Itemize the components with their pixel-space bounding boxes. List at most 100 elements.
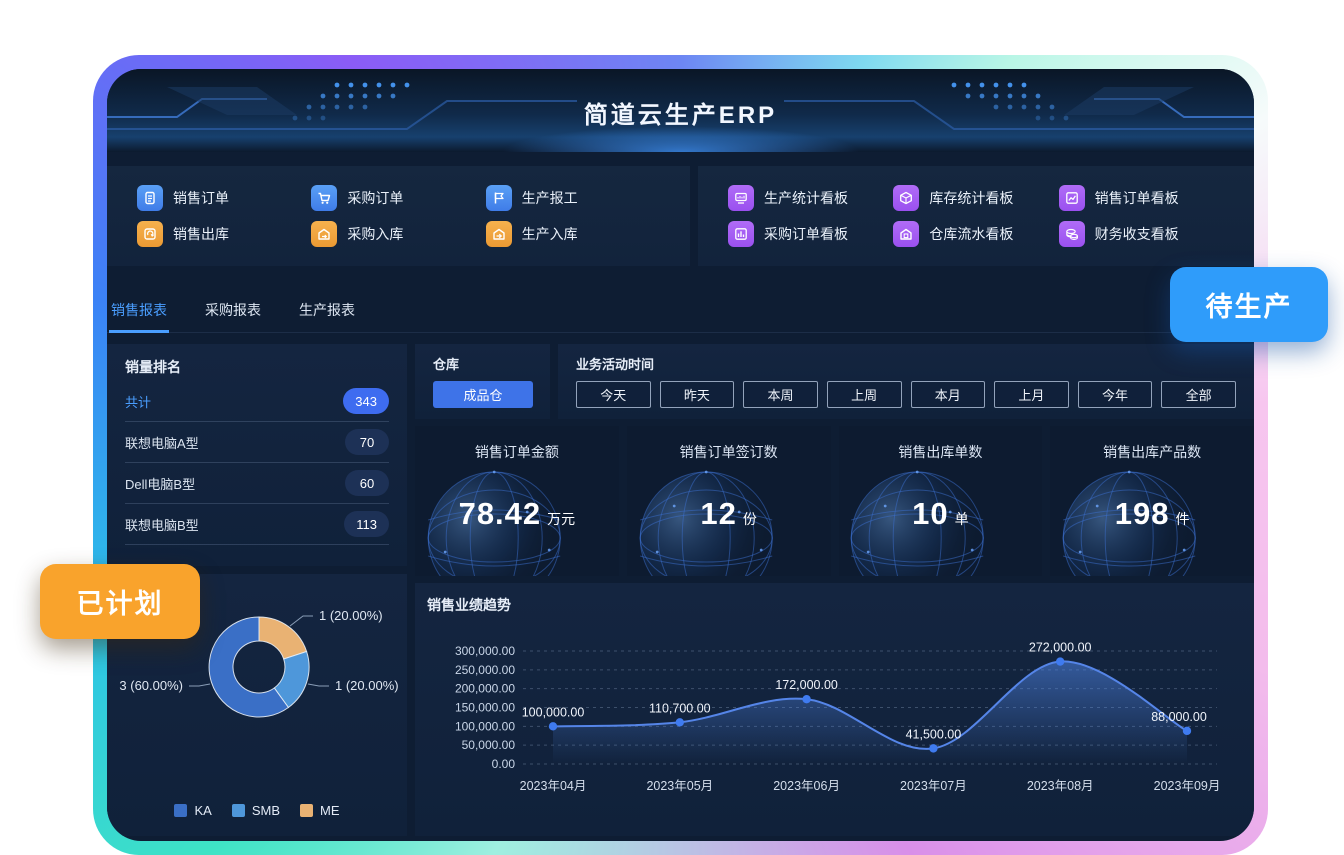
cube-icon	[893, 185, 919, 211]
ranking-row[interactable]: 联想电脑A型70	[125, 422, 389, 463]
flag-icon	[486, 185, 512, 211]
donut-label-KA: 3 (60.00%)	[119, 678, 183, 693]
ranking-count-badge: 113	[344, 511, 389, 537]
x-tick-label: 2023年05月	[646, 779, 713, 793]
y-tick-label: 200,000.00	[455, 682, 515, 696]
menu-item-采购订单看板[interactable]: 采购订单看板	[728, 221, 893, 247]
time-filter-今天[interactable]: 今天	[576, 381, 651, 408]
board-menu-panel: 生产统计看板 库存统计看板 销售订单看板采购订单看板 仓库流水看板 财务收支看板	[698, 166, 1254, 266]
data-point[interactable]	[549, 722, 557, 730]
menu-item-生产入库[interactable]: 生产入库	[486, 221, 660, 247]
legend-label: SMB	[252, 803, 280, 818]
ranking-label: Dell电脑B型	[125, 474, 195, 493]
menu-item-销售出库[interactable]: 销售出库	[137, 221, 311, 247]
point-label: 100,000.00	[522, 705, 585, 719]
time-filter-上周[interactable]: 上周	[827, 381, 902, 408]
dashboard-frame: 简道云生产ERP 销售订单 采购订单 生产报工销售出库采购入库生产入库 生产统计看板…	[93, 55, 1268, 855]
time-filter-今年[interactable]: 今年	[1078, 381, 1153, 408]
kpi-cards-row: 销售订单金额78.42万元销售订单签订数12份销售出库单数10单销售出库产品数1…	[415, 426, 1254, 576]
donut-slice-ME[interactable]	[259, 617, 307, 659]
menu-item-label: 销售订单看板	[1095, 188, 1179, 208]
kpi-card-销售出库产品数: 销售出库产品数198件	[1050, 426, 1254, 576]
ranking-row[interactable]: 联想电脑B型 113	[125, 504, 389, 545]
warehouse-in-icon	[311, 221, 337, 247]
time-filter-全部[interactable]: 全部	[1161, 381, 1236, 408]
warehouse-finished-goods-button[interactable]: 成品仓	[433, 381, 533, 408]
menu-item-label: 财务收支看板	[1095, 224, 1179, 244]
menu-item-采购订单[interactable]: 采购订单	[311, 185, 485, 211]
legend-item-SMB[interactable]: SMB	[232, 803, 280, 818]
kpi-value: 12	[700, 496, 736, 531]
document-icon	[137, 185, 163, 211]
ranking-count-badge: 60	[345, 470, 389, 496]
warehouse-filter-label: 仓库	[433, 354, 532, 373]
header: 简道云生产ERP	[107, 69, 1254, 152]
monitor-icon	[728, 185, 754, 211]
sales-ranking-list: 共计343联想电脑A型70 Dell电脑B型 60 联想电脑B型 113	[125, 381, 389, 566]
menu-item-库存统计看板[interactable]: 库存统计看板	[893, 185, 1058, 211]
menu-item-生产统计看板[interactable]: 生产统计看板	[728, 185, 893, 211]
point-label: 172,000.00	[775, 678, 838, 692]
ranking-count-badge: 70	[345, 429, 389, 455]
time-filter-昨天[interactable]: 昨天	[660, 381, 735, 408]
x-tick-label: 2023年06月	[773, 779, 840, 793]
kpi-title: 销售出库产品数	[1050, 442, 1254, 462]
y-tick-label: 0.00	[492, 757, 516, 771]
kpi-card-销售订单签订数: 销售订单签订数12份	[627, 426, 831, 576]
x-tick-label: 2023年04月	[520, 779, 587, 793]
menu-item-销售订单看板[interactable]: 销售订单看板	[1059, 185, 1224, 211]
menu-item-财务收支看板[interactable]: 财务收支看板	[1059, 221, 1224, 247]
menu-item-label: 仓库流水看板	[929, 224, 1013, 244]
menu-item-仓库流水看板[interactable]: 仓库流水看板	[893, 221, 1058, 247]
kpi-title: 销售出库单数	[839, 442, 1043, 462]
legend-item-ME[interactable]: ME	[300, 803, 340, 818]
kpi-value: 10	[912, 496, 948, 531]
report-tabs: 销售报表 采购报表 生产报表	[107, 300, 1254, 333]
legend-item-KA[interactable]: KA	[174, 803, 211, 818]
menu-item-label: 库存统计看板	[929, 188, 1013, 208]
sales-trend-line-chart: 0.0050,000.00100,000.00150,000.00200,000…	[427, 619, 1239, 804]
legend-label: ME	[320, 803, 340, 818]
coins-icon	[1059, 221, 1085, 247]
time-filter-上月[interactable]: 上月	[994, 381, 1069, 408]
kpi-title: 销售订单金额	[415, 442, 619, 462]
data-point[interactable]	[1183, 727, 1191, 735]
data-point[interactable]	[676, 718, 684, 726]
kpi-unit: 件	[1175, 511, 1189, 527]
status-badge-planned[interactable]: 已计划	[40, 564, 200, 639]
ranking-row[interactable]: 共计343	[125, 381, 389, 422]
menu-item-label: 采购订单看板	[764, 224, 848, 244]
right-column: 仓库 成品仓 业务活动时间 今天昨天本周上周本月上月今年全部 销售订单金额78.…	[415, 344, 1254, 836]
point-label: 88,000.00	[1151, 710, 1207, 724]
menu-item-label: 采购订单	[347, 188, 403, 208]
x-tick-label: 2023年08月	[1027, 779, 1094, 793]
menu-item-label: 生产报工	[522, 188, 578, 208]
ranking-row-partial	[125, 545, 389, 566]
data-point[interactable]	[929, 744, 937, 752]
donut-label-SMB: 1 (20.00%)	[335, 678, 399, 693]
time-filter-panel: 业务活动时间 今天昨天本周上周本月上月今年全部	[558, 344, 1254, 419]
data-point[interactable]	[1056, 657, 1064, 665]
ranking-row[interactable]: Dell电脑B型 60	[125, 463, 389, 504]
status-badge-to-produce[interactable]: 待生产	[1170, 267, 1328, 342]
warehouse-icon	[893, 221, 919, 247]
cart-icon	[311, 185, 337, 211]
entry-menu-panel: 销售订单 采购订单 生产报工销售出库采购入库生产入库	[107, 166, 690, 266]
ranking-label: 联想电脑B型	[125, 515, 199, 534]
ranking-count-badge: 343	[343, 388, 389, 414]
sales-ranking-title: 销量排名	[125, 357, 389, 377]
kpi-unit: 万元	[547, 511, 575, 527]
legend-swatch	[300, 804, 313, 817]
tab-生产报表[interactable]: 生产报表	[297, 300, 357, 332]
sales-trend-panel: 销售业绩趋势 0.0050,000.00100,000.00150,000.00…	[415, 583, 1254, 836]
menu-item-采购入库[interactable]: 采购入库	[311, 221, 485, 247]
menu-item-生产报工[interactable]: 生产报工	[486, 185, 660, 211]
tab-采购报表[interactable]: 采购报表	[203, 300, 263, 332]
menu-item-销售订单[interactable]: 销售订单	[137, 185, 311, 211]
x-tick-label: 2023年07月	[900, 779, 967, 793]
time-filter-本月[interactable]: 本月	[911, 381, 986, 408]
time-filter-本周[interactable]: 本周	[743, 381, 818, 408]
data-point[interactable]	[802, 695, 810, 703]
tab-销售报表[interactable]: 销售报表	[109, 300, 169, 332]
page-title: 简道云生产ERP	[107, 95, 1254, 130]
